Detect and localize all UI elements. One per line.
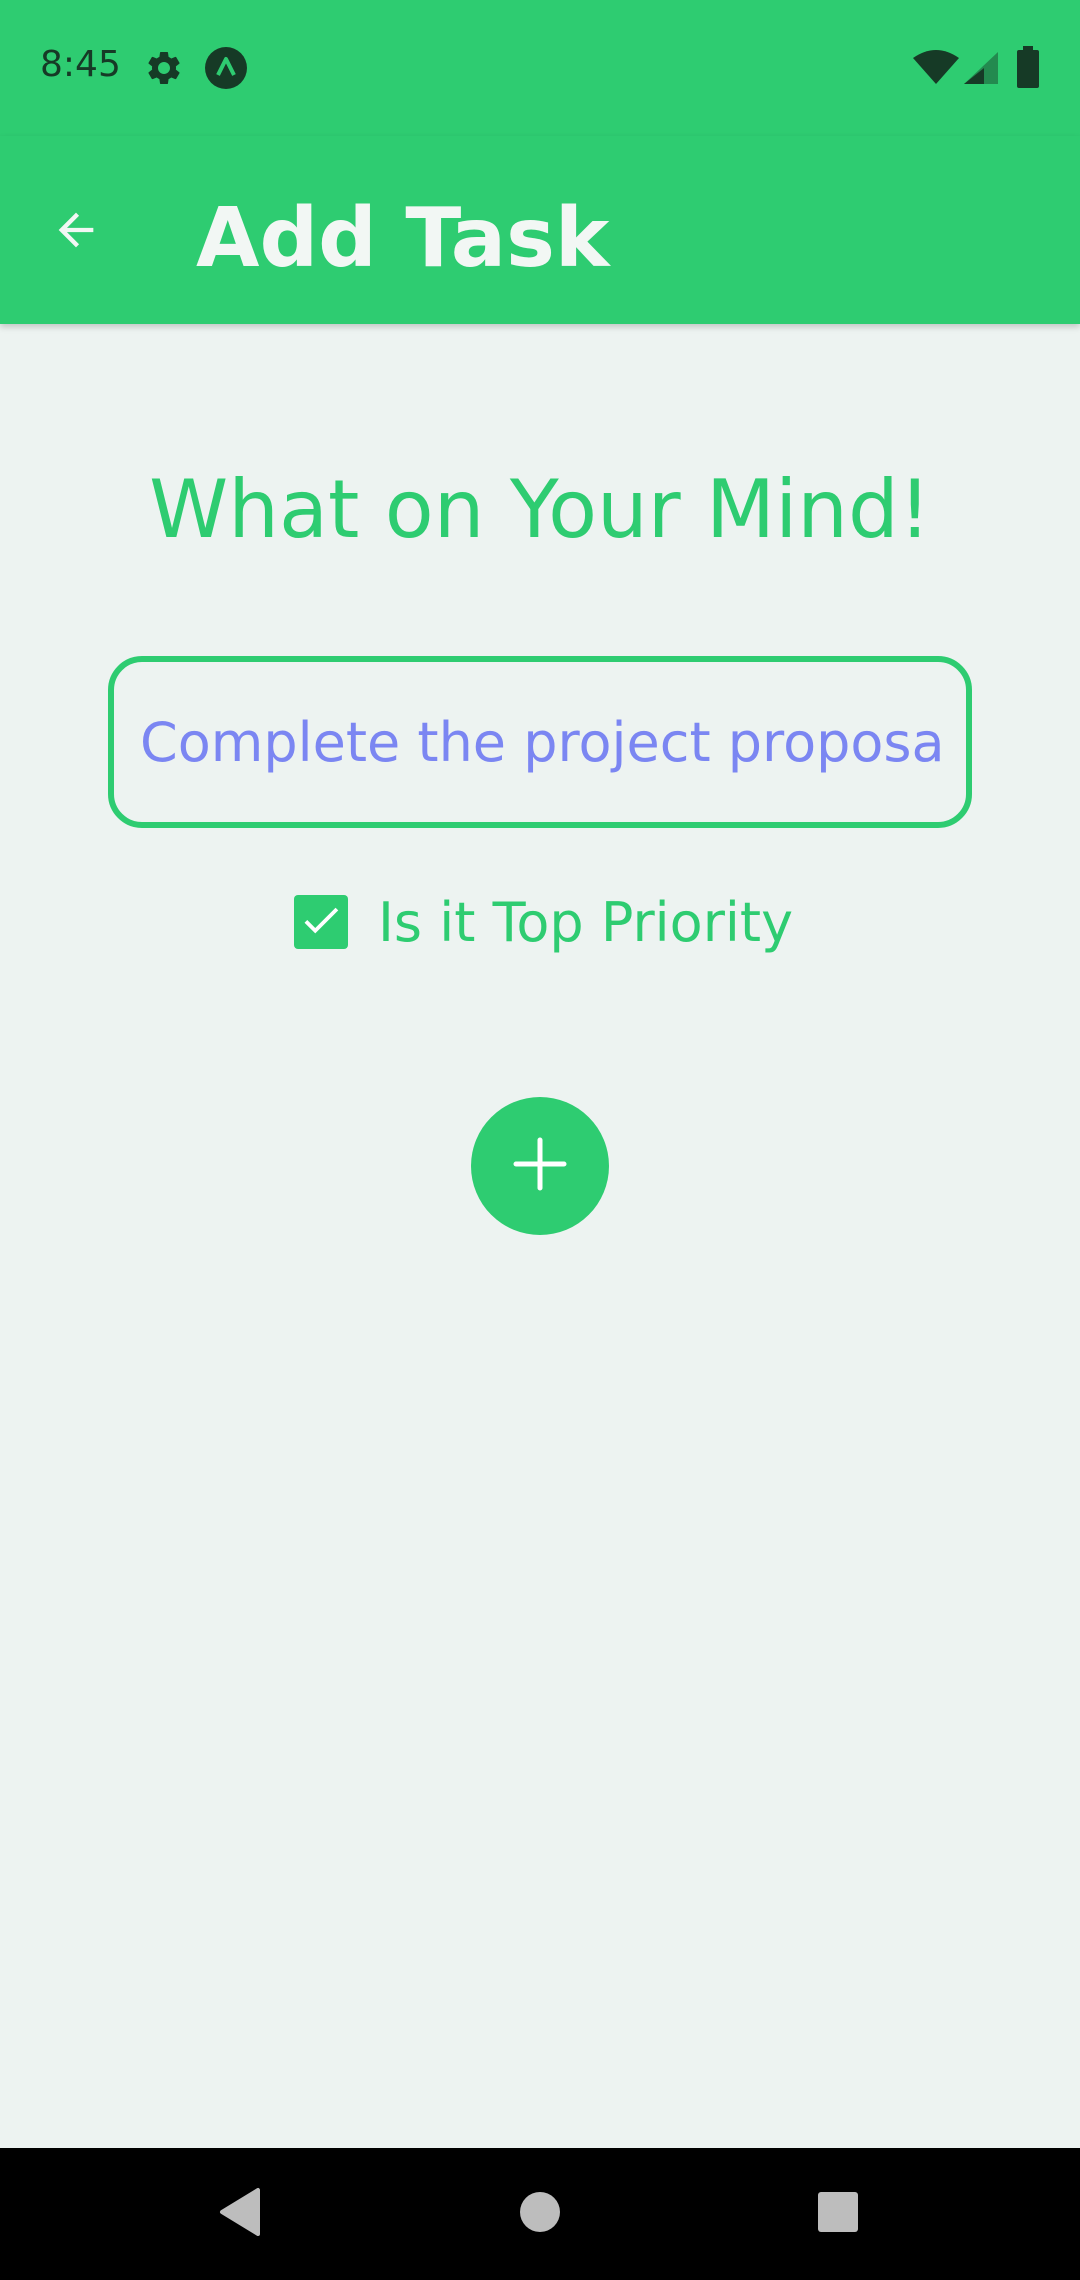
cell-signal-icon: [962, 50, 1000, 90]
check-icon: [298, 897, 344, 947]
nav-home-button[interactable]: [500, 2174, 580, 2254]
task-input[interactable]: [140, 710, 946, 774]
back-triangle-icon: [216, 2186, 264, 2242]
wifi-icon: [912, 50, 960, 90]
plus-icon: [510, 1134, 570, 1198]
status-bar: 8:45: [0, 0, 1080, 136]
form-heading: What on Your Mind!: [149, 463, 931, 556]
nav-back-button[interactable]: [200, 2174, 280, 2254]
back-button[interactable]: [40, 196, 112, 268]
home-circle-icon: [518, 2190, 562, 2238]
system-nav-bar: [0, 2148, 1080, 2280]
task-input-container: [108, 656, 972, 828]
app-notification-icon: [203, 45, 249, 95]
priority-toggle[interactable]: Is it Top Priority: [294, 890, 794, 954]
battery-icon: [1016, 46, 1040, 92]
arrow-left-icon: [50, 204, 102, 260]
priority-checkbox[interactable]: [294, 895, 348, 949]
recents-square-icon: [817, 2191, 859, 2237]
app-bar: Add Task: [0, 136, 1080, 324]
status-time: 8:45: [40, 44, 121, 85]
nav-recents-button[interactable]: [798, 2174, 878, 2254]
settings-gear-icon: [144, 48, 184, 92]
add-task-screen: 8:45 Add Task What on Your Mind! Complet…: [0, 0, 1080, 2280]
add-task-button[interactable]: [471, 1097, 609, 1235]
page-title: Add Task: [196, 191, 610, 286]
priority-label: Is it Top Priority: [378, 890, 794, 954]
